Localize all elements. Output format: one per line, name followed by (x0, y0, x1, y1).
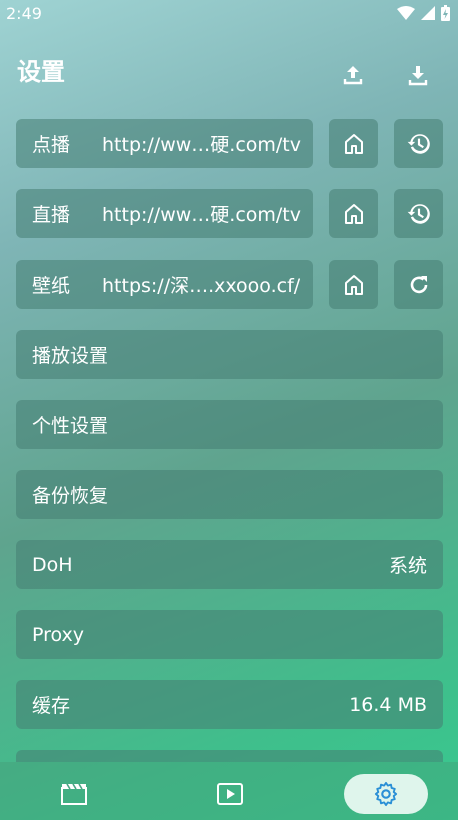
history-icon (407, 203, 430, 224)
setting-label: 缓存 (32, 695, 71, 717)
download-button[interactable] (403, 60, 433, 90)
refresh-icon (410, 275, 427, 293)
settings-row-proxy[interactable]: Proxy (16, 610, 443, 659)
wifi-icon (397, 6, 415, 20)
home-icon (344, 133, 363, 154)
live-home-button[interactable] (329, 189, 378, 238)
settings-row-playback[interactable]: 播放设置 (16, 330, 443, 379)
source-url: http://ww…硬.com/tv (102, 134, 301, 156)
nav-live-button[interactable] (200, 774, 260, 814)
wallpaper-refresh-button[interactable] (394, 260, 443, 309)
upload-button[interactable] (338, 60, 368, 90)
app-header: 设置 (0, 44, 458, 104)
settings-row-partial (16, 750, 443, 762)
gear-icon (374, 781, 398, 807)
vod-history-button[interactable] (394, 119, 443, 168)
setting-label: DoH (32, 553, 73, 576)
nav-vod-button[interactable] (44, 774, 104, 814)
clapperboard-icon (61, 783, 87, 805)
source-row-vod[interactable]: 点播 http://ww…硬.com/tv (16, 119, 313, 168)
bottom-nav (0, 762, 458, 820)
battery-icon (441, 5, 450, 21)
nav-settings-button[interactable] (344, 774, 428, 814)
setting-label: 个性设置 (32, 415, 109, 437)
source-url: http://ww…硬.com/tv (102, 204, 301, 226)
upload-icon (343, 66, 363, 85)
page-title: 设置 (17, 58, 65, 86)
status-bar: 2:49 (0, 0, 458, 26)
live-history-button[interactable] (394, 189, 443, 238)
setting-label: Proxy (32, 623, 85, 646)
source-label: 壁纸 (32, 275, 71, 297)
setting-value: 16.4 MB (349, 693, 427, 716)
home-icon (344, 203, 363, 224)
source-row-wallpaper[interactable]: 壁纸 https://深….xxooo.cf/ (16, 260, 313, 309)
signal-icon (421, 6, 435, 20)
source-row-live[interactable]: 直播 http://ww…硬.com/tv (16, 189, 313, 238)
setting-label: 播放设置 (32, 345, 109, 367)
home-icon (344, 274, 363, 295)
vod-home-button[interactable] (329, 119, 378, 168)
settings-row-cache[interactable]: 缓存 16.4 MB (16, 680, 443, 729)
source-label: 直播 (32, 204, 71, 226)
play-icon (217, 783, 243, 805)
setting-label: 备份恢复 (32, 485, 109, 507)
settings-row-backup[interactable]: 备份恢复 (16, 470, 443, 519)
download-icon (408, 66, 428, 86)
wallpaper-home-button[interactable] (329, 260, 378, 309)
status-icons (397, 5, 450, 21)
history-icon (407, 133, 430, 154)
setting-value: 系统 (388, 555, 427, 577)
source-url: https://深….xxooo.cf/ (102, 275, 301, 297)
settings-row-doh[interactable]: DoH 系统 (16, 540, 443, 589)
source-label: 点播 (32, 134, 71, 156)
settings-row-personalize[interactable]: 个性设置 (16, 400, 443, 449)
status-time: 2:49 (6, 3, 42, 23)
